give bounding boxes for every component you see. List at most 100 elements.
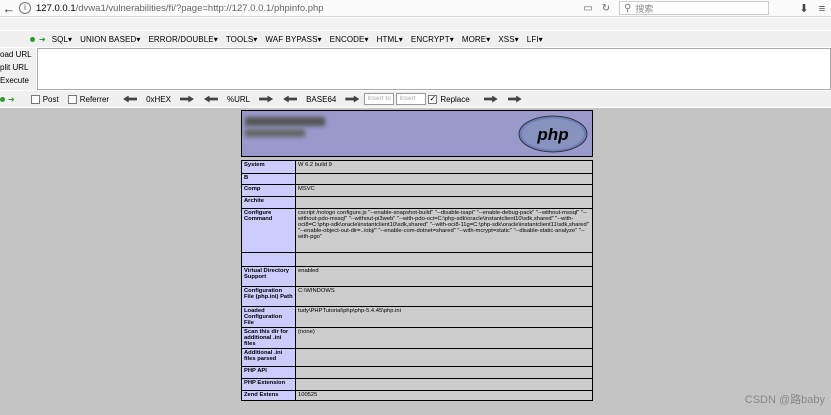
table-row: PHP Extension <box>241 378 593 391</box>
table-row: Archite <box>241 196 593 209</box>
row-key: B <box>241 173 296 185</box>
insert-to-input[interactable]: Insert to r <box>364 93 395 105</box>
row-key: Virtual Directory Support <box>241 266 296 287</box>
table-row: Comp MSVC <box>241 184 593 197</box>
referrer-checkbox[interactable] <box>67 94 77 104</box>
php-logo-text: php <box>536 125 568 144</box>
row-key <box>241 252 296 267</box>
row-key: Additional .ini files parsed <box>241 348 296 367</box>
split-url-button[interactable]: plit URL <box>0 61 36 74</box>
row-value <box>295 252 593 267</box>
row-key: Zend Extens <box>241 390 296 401</box>
url-label: %URL <box>226 94 251 104</box>
row-key: Configuration File (php.ini) Path <box>241 286 296 307</box>
table-row: Configure Command cscript /nologo configu… <box>241 208 593 253</box>
menu-icon[interactable]: ≡ <box>813 3 831 15</box>
post-label: Post <box>42 94 59 104</box>
table-row: Virtual Directory Support enabled <box>241 266 593 287</box>
table-row: Scan this dir for additional .ini files(… <box>241 327 593 349</box>
row-value <box>295 173 593 185</box>
referrer-label: Referrer <box>79 94 110 104</box>
row-value <box>295 196 593 209</box>
toolbar-strip <box>0 18 831 30</box>
menu-error-double[interactable]: ERROR/DOUBLE▾ <box>148 35 217 44</box>
hex-label: 0xHEX <box>146 94 171 104</box>
table-row: B <box>241 173 593 185</box>
menu-encode[interactable]: ENCODE▾ <box>330 35 369 44</box>
search-icon: ⚲ <box>624 2 632 14</box>
row-value <box>295 378 593 391</box>
watermark: CSDN @路baby <box>744 394 825 406</box>
url-path: /dvwa1/vulnerabilities/fi/?page=http://1… <box>75 2 324 14</box>
table-row: System W 6.2 build 9 <box>241 160 593 174</box>
hackbar-options: ➜ Post Referrer 0xHEX %URL BASE64 Insert… <box>0 91 831 107</box>
php-logo-icon: php <box>518 115 588 153</box>
hackbar-toolbar: ➜ SQL▾ UNION BASED▾ ERROR/DOUBLE▾ TOOLS▾… <box>0 31 831 47</box>
hex-decode-arrow-icon[interactable] <box>123 95 138 103</box>
row-key: Scan this dir for additional .ini files <box>241 327 296 349</box>
url-decode-arrow-icon[interactable] <box>203 95 218 103</box>
load-url-button[interactable]: oad URL <box>0 48 36 61</box>
execute-dot-icon <box>0 96 5 102</box>
menu-html[interactable]: HTML▾ <box>377 35 403 44</box>
row-value: 100525 <box>295 390 593 401</box>
page-content: php System W 6.2 build 9 B Comp MSVC Archite C… <box>0 108 831 415</box>
hex-encode-arrow-icon[interactable] <box>179 95 194 103</box>
row-value: tudy\PHPTutorial\php\php-5.4.45\php.ini <box>295 306 593 328</box>
replace-arrow-icon[interactable] <box>483 95 498 103</box>
row-value <box>295 348 593 367</box>
reader-view-icon[interactable]: ▭ <box>579 1 597 16</box>
row-value <box>295 366 593 379</box>
row-key: System <box>241 160 296 174</box>
info-icon[interactable]: i <box>19 2 31 14</box>
menu-waf-bypass[interactable]: WAF BYPASS▾ <box>265 35 321 44</box>
menu-xss[interactable]: XSS▾ <box>498 35 518 44</box>
hackbar-arrow-icon: ➜ <box>39 34 46 44</box>
row-key: PHP API <box>241 366 296 379</box>
execute-arrow-icon[interactable]: ➜ <box>8 95 15 104</box>
base64-decode-arrow-icon[interactable] <box>283 95 298 103</box>
execute-button[interactable]: Execute <box>0 74 36 87</box>
row-value: C:\WINDOWS <box>295 286 593 307</box>
insert-replace-input[interactable]: Insert rep <box>396 93 427 105</box>
row-key: PHP Extension <box>241 378 296 391</box>
row-value: (none) <box>295 327 593 349</box>
phpinfo-table: System W 6.2 build 9 B Comp MSVC Archite Confi… <box>241 160 593 401</box>
row-key: Configure Command <box>241 208 296 253</box>
table-row <box>241 252 593 267</box>
reload-icon[interactable]: ↻ <box>597 1 615 16</box>
url-encode-arrow-icon[interactable] <box>259 95 274 103</box>
row-value: W 6.2 build 9 <box>295 160 593 174</box>
row-value: enabled <box>295 266 593 287</box>
table-row: Loaded Configuration File tudy\PHPTutori… <box>241 306 593 328</box>
menu-more[interactable]: MORE▾ <box>462 35 491 44</box>
phpinfo-header: php <box>241 110 593 157</box>
address-bar: ← i 127.0.0.1/dvwa1/vulnerabilities/fi/?… <box>0 0 831 17</box>
row-key: Loaded Configuration File <box>241 306 296 328</box>
hackbar-status-dot-icon <box>30 36 35 42</box>
php-version-title <box>245 117 325 126</box>
row-value: cscript /nologo configure.js "--enable-s… <box>295 208 593 253</box>
replace-checkbox[interactable]: ✓ <box>428 94 438 104</box>
search-input[interactable]: ⚲ 搜索 <box>619 1 769 15</box>
base64-label: BASE64 <box>306 94 337 104</box>
hackbar-actions: oad URL plit URL Execute <box>0 48 36 90</box>
url-field[interactable]: i 127.0.0.1/dvwa1/vulnerabilities/fi/?pa… <box>19 1 619 16</box>
download-icon[interactable]: ⬇ <box>795 2 813 15</box>
row-key: Archite <box>241 196 296 209</box>
menu-sql[interactable]: SQL▾ <box>52 35 72 44</box>
base64-encode-arrow-icon[interactable] <box>345 95 360 103</box>
menu-encrypt[interactable]: ENCRYPT▾ <box>411 35 454 44</box>
post-checkbox[interactable] <box>30 94 40 104</box>
table-row: PHP API <box>241 366 593 379</box>
table-row: Zend Extens 100525 <box>241 390 593 401</box>
php-version-subtitle <box>245 129 305 137</box>
table-row: Additional .ini files parsed <box>241 348 593 367</box>
table-row: Configuration File (php.ini) Path C:\WIND… <box>241 286 593 307</box>
hackbar-url-textarea[interactable] <box>37 48 831 90</box>
menu-tools[interactable]: TOOLS▾ <box>226 35 258 44</box>
back-icon[interactable]: ← <box>1 0 17 16</box>
menu-union-based[interactable]: UNION BASED▾ <box>80 35 140 44</box>
replace-arrow-2-icon[interactable] <box>507 95 522 103</box>
menu-lfi[interactable]: LFI▾ <box>527 35 543 44</box>
